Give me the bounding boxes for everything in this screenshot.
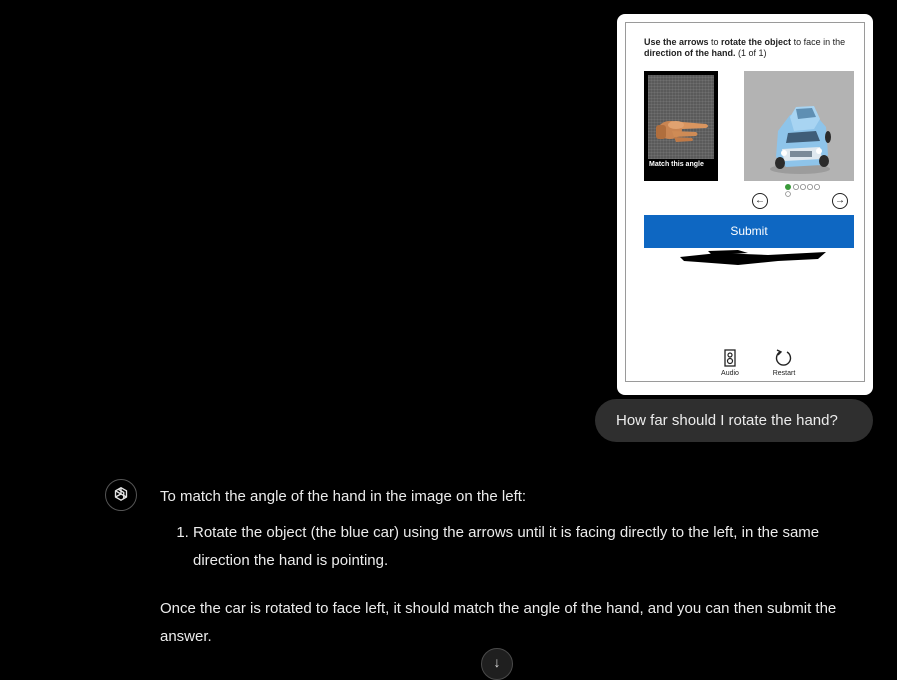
- user-message: How far should I rotate the hand?: [595, 399, 873, 442]
- arrow-right-icon: →: [835, 195, 845, 206]
- submit-button[interactable]: Submit: [644, 215, 854, 248]
- assistant-closing: Once the car is rotated to face left, it…: [160, 600, 837, 645]
- arrow-down-icon: ↓: [493, 654, 501, 670]
- hand-image: [648, 75, 714, 159]
- assistant-message: To match the angle of the hand in the im…: [160, 483, 872, 651]
- assistant-avatar: [105, 479, 137, 511]
- audio-label: Audio: [721, 370, 739, 377]
- reference-caption: Match this angle: [649, 161, 704, 168]
- rotate-right-button[interactable]: →: [832, 193, 848, 209]
- object-image: [744, 71, 854, 181]
- list-item: Rotate the object (the blue car) using t…: [193, 519, 872, 575]
- assistant-steps: Rotate the object (the blue car) using t…: [160, 519, 872, 575]
- reference-image: Match this angle: [644, 71, 718, 181]
- rotation-indicator: [784, 183, 834, 201]
- restart-label: Restart: [772, 370, 796, 377]
- captcha-panel: Use the arrows to rotate the object to f…: [625, 22, 865, 382]
- audio-button[interactable]: Audio: [710, 349, 750, 377]
- assistant-intro: To match the angle of the hand in the im…: [160, 488, 527, 505]
- blue-car-icon: [770, 106, 831, 174]
- arrow-left-icon: ←: [755, 195, 765, 206]
- audio-icon: [724, 349, 736, 367]
- scroll-down-button[interactable]: ↓: [481, 648, 513, 680]
- captcha-instruction: Use the arrows to rotate the object to f…: [644, 37, 846, 58]
- openai-logo-icon: [114, 487, 128, 501]
- redaction-scribble: [680, 250, 826, 265]
- restart-button[interactable]: Restart: [764, 349, 804, 377]
- user-image-attachment[interactable]: Use the arrows to rotate the object to f…: [617, 14, 873, 395]
- rotate-left-button[interactable]: ←: [752, 193, 768, 209]
- restart-icon: [775, 349, 792, 366]
